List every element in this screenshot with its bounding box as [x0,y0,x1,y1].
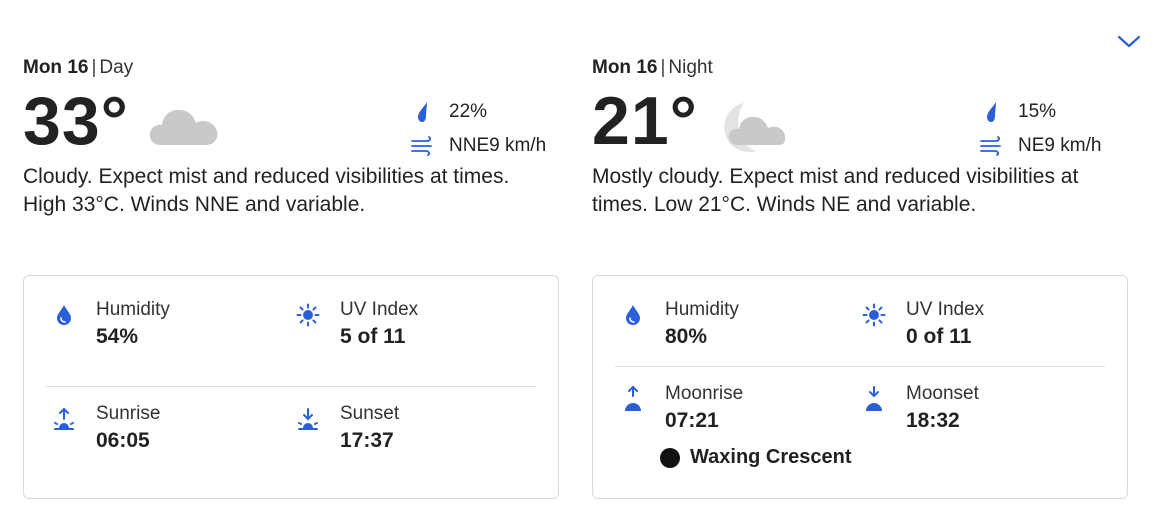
humidity-label: Humidity [665,299,739,320]
raindrop-icon [409,99,435,125]
day-description: Cloudy. Expect mist and reduced visibili… [23,165,510,216]
sun-icon [861,302,887,328]
night-description: Mostly cloudy. Expect mist and reduced v… [592,165,1079,216]
day-side-stats: 22% NNE9 km/h [409,95,559,163]
card-divider [615,366,1105,367]
humidity-icon [51,302,77,328]
cloud-icon [147,101,221,152]
humidity-label: Humidity [96,299,170,320]
humidity-value: 80% [665,325,708,348]
night-period: Night [668,57,713,78]
night-uv-index: UV Index 0 of 11 [861,298,1081,354]
card-divider [46,386,536,387]
day-uv-index: UV Index 5 of 11 [295,298,515,354]
day-humidity: Humidity 54% [51,298,271,354]
day-heading: Mon 16 | Day [23,55,559,81]
night-details-card: Humidity 80% UV Index 0 of 11 Moonrise 0… [592,275,1128,499]
moon-cloud-icon [718,101,790,166]
sun-icon [295,302,321,328]
heading-separator: | [91,57,97,78]
sunset-icon [295,406,321,432]
night-moonset: Moonset 18:32 [861,382,1081,438]
moonrise-label: Moonrise [665,383,744,404]
moon-phase-label: Waxing Crescent [690,446,852,468]
uv-index-value: 0 of 11 [906,325,972,348]
sunrise-label: Sunrise [96,403,161,424]
moonrise-value: 07:21 [665,409,719,432]
night-precipitation: 15% [978,95,1128,129]
moonset-value: 18:32 [906,409,960,432]
day-wind: NNE9 km/h [409,129,559,163]
raindrop-icon [978,99,1004,125]
night-moonrise: Moonrise 07:21 [620,382,840,438]
day-date: Mon 16 [23,57,89,78]
night-forecast-panel: Mon 16 | Night 21° 15% NE9 km/h Mostly c… [592,55,1128,499]
moon-phase-icon [660,447,680,468]
sunset-label: Sunset [340,403,400,424]
sunrise-value: 06:05 [96,429,150,452]
moonrise-icon [620,385,646,412]
night-precipitation-value: 15% [1018,101,1057,122]
wind-icon [409,133,435,159]
collapse-button[interactable] [1116,30,1142,52]
day-sunrise: Sunrise 06:05 [51,402,271,458]
night-temperature-row: 21° 15% NE9 km/h [592,81,1128,159]
sunset-value: 17:37 [340,429,394,452]
chevron-up-icon [1117,35,1141,48]
day-period: Day [99,57,134,78]
uv-index-label: UV Index [340,299,419,320]
humidity-icon [620,302,646,328]
day-precipitation-value: 22% [449,101,488,122]
night-humidity: Humidity 80% [620,298,840,354]
night-date: Mon 16 [592,57,658,78]
day-sunset: Sunset 17:37 [295,402,515,458]
night-side-stats: 15% NE9 km/h [978,95,1128,163]
day-temperature: 33° [23,83,129,159]
wind-icon [978,133,1004,159]
night-heading: Mon 16 | Night [592,55,1128,81]
moon-phase: Waxing Crescent [660,446,852,469]
day-details-card: Humidity 54% UV Index 5 of 11 Sunrise 06… [23,275,559,499]
sunrise-icon [51,406,77,432]
night-wind: NE9 km/h [978,129,1128,163]
day-precipitation: 22% [409,95,559,129]
moonset-label: Moonset [906,383,979,404]
moonset-icon [861,386,887,412]
humidity-value: 54% [96,325,139,348]
day-wind-value: NNE9 km/h [449,135,547,156]
heading-separator: | [660,57,666,78]
night-temperature: 21° [592,83,698,159]
day-forecast-panel: Mon 16 | Day 33° 22% NNE9 km/h Cloudy. E… [23,55,559,499]
day-temperature-row: 33° 22% NNE9 km/h [23,81,559,159]
uv-index-label: UV Index [906,299,985,320]
uv-index-value: 5 of 11 [340,325,406,348]
night-wind-value: NE9 km/h [1018,135,1102,156]
